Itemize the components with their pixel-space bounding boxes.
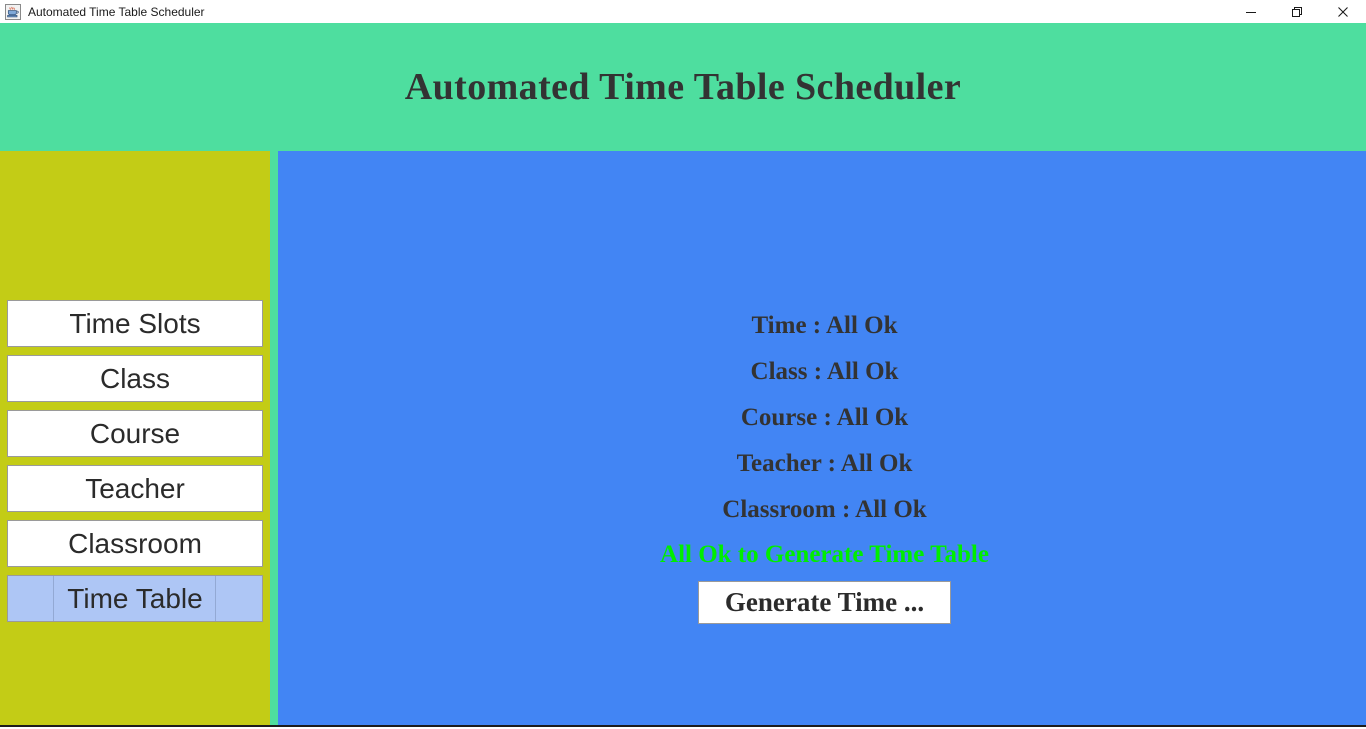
close-icon[interactable] [1320, 0, 1366, 23]
sidebar-item-time-slots[interactable]: Time Slots [7, 300, 263, 347]
status-time: Time : All Ok [751, 312, 898, 339]
main-panel: Time : All Ok Class : All Ok Course : Al… [278, 151, 1366, 725]
sidebar-item-label: Class [99, 362, 170, 394]
button-segment-divider [53, 576, 54, 621]
status-course: Course : All Ok [740, 404, 909, 431]
minimize-icon[interactable] [1228, 0, 1274, 23]
window-controls [1228, 0, 1366, 23]
sidebar-item-teacher[interactable]: Teacher [7, 465, 263, 512]
sidebar-item-label: Classroom [68, 527, 202, 559]
body-area: Time Slots Class Course Teacher Classroo… [0, 151, 1366, 725]
sidebar-item-time-table[interactable]: Time Table [7, 575, 263, 622]
window-title: Automated Time Table Scheduler [28, 4, 205, 19]
sidebar-item-label: Time Table [67, 582, 203, 614]
button-segment-divider [215, 576, 216, 621]
header-banner: Automated Time Table Scheduler [0, 23, 1366, 151]
status-list: Time : All Ok Class : All Ok Course : Al… [278, 303, 1366, 624]
status-class: Class : All Ok [750, 358, 899, 385]
title-bar-left: Automated Time Table Scheduler [0, 3, 1228, 20]
status-ready-message: All Ok to Generate Time Table [660, 541, 989, 568]
generate-time-table-button[interactable]: Generate Time ... [698, 581, 951, 624]
application-window: Automated Time Table Scheduler Automated… [0, 0, 1366, 729]
sidebar-item-label: Course [89, 417, 181, 449]
sidebar-item-label: Time Slots [69, 307, 201, 339]
sidebar-item-label: Teacher [85, 472, 185, 504]
sidebar: Time Slots Class Course Teacher Classroo… [0, 151, 270, 725]
sidebar-separator [270, 151, 278, 725]
sidebar-item-class[interactable]: Class [7, 355, 263, 402]
sidebar-nav-list: Time Slots Class Course Teacher Classroo… [7, 300, 263, 630]
sidebar-item-course[interactable]: Course [7, 410, 263, 457]
status-classroom: Classroom : All Ok [722, 496, 927, 523]
restore-icon[interactable] [1274, 0, 1320, 23]
page-title: Automated Time Table Scheduler [404, 66, 962, 108]
java-coffee-cup-icon [5, 3, 21, 20]
status-teacher: Teacher : All Ok [736, 450, 913, 477]
generate-button-row: Generate Time ... [278, 581, 1366, 624]
sidebar-item-classroom[interactable]: Classroom [7, 520, 263, 567]
title-bar: Automated Time Table Scheduler [0, 0, 1366, 23]
